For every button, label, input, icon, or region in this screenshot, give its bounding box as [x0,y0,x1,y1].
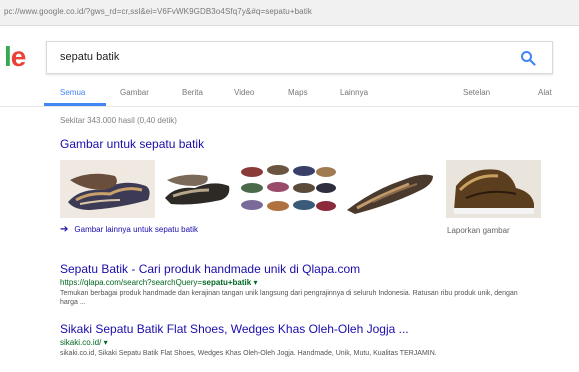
tab-gambar[interactable]: Gambar [120,88,149,97]
result-title[interactable]: Sikaki Sepatu Batik Flat Shoes, Wedges K… [60,322,409,336]
tab-semua[interactable]: Semua [60,88,85,97]
search-icon[interactable] [520,50,536,66]
tab-lainnya[interactable]: Lainnya [340,88,368,97]
image-thumbnail[interactable] [161,160,233,218]
caret-down-icon[interactable]: ▾ [104,338,108,347]
browser-url-bar[interactable]: pc://www.google.co.id/?gws_rd=cr,ssl&ei=… [0,0,579,26]
google-logo[interactable]: le [4,42,26,72]
tab-setelan[interactable]: Setelan [463,88,490,97]
search-box[interactable]: sepatu batik [46,41,553,74]
result-snippet: sikaki.co.id, Sikaki Sepatu Batik Flat S… [60,350,437,357]
result-snippet: Temukan berbagai produk handmade dan ker… [60,290,518,306]
image-thumbnail[interactable] [343,160,438,218]
more-images-link[interactable]: ➔ Gambar lainnya untuk sepatu batik [60,224,198,235]
tab-berita[interactable]: Berita [182,88,203,97]
image-thumbnail[interactable] [238,160,338,218]
result-url: https://qlapa.com/search?searchQuery=sep… [60,278,258,287]
report-images-link[interactable]: Laporkan gambar [447,226,510,235]
result-title[interactable]: Sepatu Batik - Cari produk handmade unik… [60,262,360,276]
image-pack-heading[interactable]: Gambar untuk sepatu batik [60,137,204,151]
result-url: sikaki.co.id/ ▾ [60,338,108,347]
active-tab-indicator [44,103,106,106]
search-input[interactable]: sepatu batik [60,51,119,63]
image-thumbnail[interactable] [60,160,155,218]
tab-maps[interactable]: Maps [288,88,308,97]
tab-alat[interactable]: Alat [538,88,552,97]
image-thumbnail[interactable] [446,160,541,218]
result-stats: Sekitar 343.000 hasil (0,40 detik) [60,116,177,125]
tab-video[interactable]: Video [234,88,254,97]
caret-down-icon[interactable]: ▾ [253,278,257,287]
url-text: pc://www.google.co.id/?gws_rd=cr,ssl&ei=… [4,7,313,16]
arrow-right-icon: ➔ [60,224,69,235]
